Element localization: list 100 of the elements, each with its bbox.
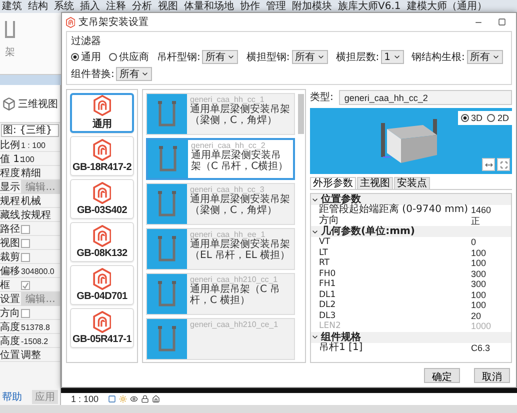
dialog-button[interactable]: 确定 — [424, 368, 460, 382]
tab[interactable]: 外形参数 — [310, 177, 356, 189]
dropdown[interactable]: 所有 — [116, 67, 152, 81]
parameter-name: DL1 — [319, 290, 337, 300]
checkbox[interactable] — [21, 308, 30, 318]
parameter-value[interactable]: 300 — [471, 279, 511, 290]
radio-button[interactable]: 供应商 — [109, 50, 149, 64]
standard-item[interactable]: GB-05R417-1 — [70, 308, 134, 348]
hanger-card[interactable]: generi_caa_hh210_cc_1 通用单层吊架（C 吊杆，C 横担） — [146, 273, 295, 315]
parameter-value[interactable]: 100 — [471, 300, 511, 310]
property-value: 100 — [21, 154, 36, 164]
parameter-value[interactable]: 1460 — [471, 205, 511, 216]
hanger-card[interactable]: generi_caa_hh_cc_3 通用单层梁侧安装吊架（梁侧，C，角焊） — [146, 183, 295, 225]
tab[interactable]: 安装点 — [394, 177, 430, 189]
hanger-name: generi_caa_hh210_ce_1 — [190, 320, 278, 329]
view-dropdown[interactable]: 图: {三维} — [1, 124, 59, 137]
checkbox[interactable] — [21, 238, 30, 248]
menu-item[interactable]: 分析 — [132, 0, 152, 12]
standard-item[interactable]: 通用 — [70, 93, 134, 133]
property-label: 裁剪 — [0, 250, 21, 264]
parameter-name: DL3 — [319, 310, 337, 321]
parameter-value[interactable]: 20 — [471, 310, 511, 321]
property-label: 设置 — [0, 292, 21, 306]
property-value: 机械 — [21, 194, 42, 208]
radio-circle[interactable] — [460, 114, 469, 122]
standard-item[interactable]: GB-08K132 — [70, 222, 134, 262]
parameter-value[interactable]: 0 — [471, 237, 511, 248]
dropdown[interactable]: 所有 — [202, 50, 238, 64]
filter-label: 钢结构生根: — [412, 50, 465, 64]
filter-title: 过滤器 — [71, 34, 102, 48]
house-icon[interactable] — [152, 395, 160, 403]
radio-button[interactable]: 2D — [487, 113, 509, 123]
hanger-name: generi_caa_hh210_cc_1 — [190, 275, 279, 284]
standard-item[interactable]: GB-18R417-2 — [70, 136, 134, 176]
menu-item[interactable]: 视图 — [158, 0, 178, 12]
hanger-description: 通用单层梁侧安装吊架（梁侧，C，角焊） — [190, 194, 291, 216]
standard-label: GB-04D701 — [76, 291, 128, 302]
dimension-button[interactable] — [482, 158, 495, 171]
type-field[interactable]: generi_caa_hh_cc_2 — [339, 90, 512, 104]
menu-item[interactable]: 系统 — [54, 0, 74, 12]
dropdown[interactable]: 所有 — [292, 50, 328, 64]
parameter-value[interactable]: 正 — [471, 216, 511, 226]
standard-item[interactable]: GB-04D701 — [70, 265, 134, 305]
hexagon-logo-icon — [92, 268, 112, 290]
menu-item[interactable]: 建模大师（通用） — [406, 0, 487, 12]
property-value: 调整 — [21, 349, 42, 362]
fit-view-button[interactable] — [497, 158, 510, 171]
parameter-value[interactable]: 100 — [471, 290, 511, 300]
lock-icon[interactable] — [140, 395, 149, 403]
dropdown[interactable]: 1 — [381, 50, 404, 64]
menu-item[interactable]: 注释 — [106, 0, 126, 12]
property-label: 显示 — [0, 181, 21, 194]
hanger-card[interactable]: generi_caa_hh_ee_1 通用单层梁侧安装吊架（EL 吊杆，EL 横担） — [146, 228, 295, 270]
property-label: 方向 — [0, 306, 21, 320]
menu-item[interactable]: 协作 — [240, 0, 260, 12]
parameter-name: LT — [319, 248, 329, 258]
checkbox[interactable] — [21, 280, 30, 290]
hanger-icon[interactable] — [3, 19, 17, 41]
dialog-button[interactable]: 取消 — [474, 368, 510, 382]
hanger-card[interactable]: generi_caa_hh_cc_1 通用单层梁侧安装吊架（梁侧，C，角焊） — [146, 93, 295, 135]
standard-label: GB-18R417-2 — [72, 162, 132, 173]
parameter-value[interactable]: 100 — [471, 258, 511, 268]
parameter-value[interactable]: 100 — [471, 248, 511, 258]
dropdown[interactable]: 所有 — [466, 50, 503, 64]
menu-item[interactable]: 族库大师V6.1 — [338, 0, 401, 12]
square-icon[interactable] — [108, 395, 116, 403]
help-link[interactable]: 帮助 — [2, 390, 22, 404]
property-value: 按规程 — [21, 208, 52, 222]
radio-circle[interactable] — [71, 53, 79, 61]
menu-item[interactable]: 结构 — [28, 0, 48, 12]
property-label: 高度 — [0, 320, 21, 334]
radio-circle[interactable] — [487, 114, 496, 122]
menu-item[interactable]: 插入 — [80, 0, 100, 12]
radio-button[interactable]: 通用 — [71, 50, 101, 64]
scrollbar-thumb[interactable] — [298, 94, 304, 134]
parameter-value[interactable]: C6.3 — [471, 342, 511, 353]
radio-button[interactable]: 3D — [460, 113, 482, 123]
tab[interactable]: 主视图 — [357, 177, 393, 189]
standard-item[interactable]: GB-03S402 — [70, 179, 134, 219]
checkbox[interactable] — [21, 224, 30, 234]
eye-icon[interactable] — [130, 395, 138, 403]
u-hanger-drawing — [156, 99, 178, 129]
type-label: 类型: — [310, 90, 334, 104]
hexagon-logo-icon — [66, 16, 76, 28]
property-label: 偏移 — [0, 265, 21, 278]
hanger-name: generi_caa_hh_ee_1 — [190, 230, 266, 239]
property-value: 精细 — [21, 166, 42, 180]
filter-label: 横担层数: — [336, 50, 380, 64]
menu-item[interactable]: 管理 — [266, 0, 286, 12]
chevron-down-icon[interactable] — [311, 333, 319, 341]
menu-item[interactable]: 体量和场地 — [184, 0, 234, 12]
menu-item[interactable]: 附加模块 — [292, 0, 332, 12]
property-label: 规程 — [0, 195, 21, 208]
menu-item[interactable]: 建筑 — [2, 0, 22, 12]
hanger-card[interactable]: generi_caa_hh_cc_2 通用单层梁侧安装吊架（C 吊杆，C横担） — [146, 138, 295, 180]
radio-circle[interactable] — [109, 53, 117, 61]
maximize-icon — [498, 18, 506, 26]
checkbox[interactable] — [21, 252, 30, 262]
property-label: 高度 — [0, 334, 21, 348]
parameter-value[interactable]: 300 — [471, 268, 511, 279]
